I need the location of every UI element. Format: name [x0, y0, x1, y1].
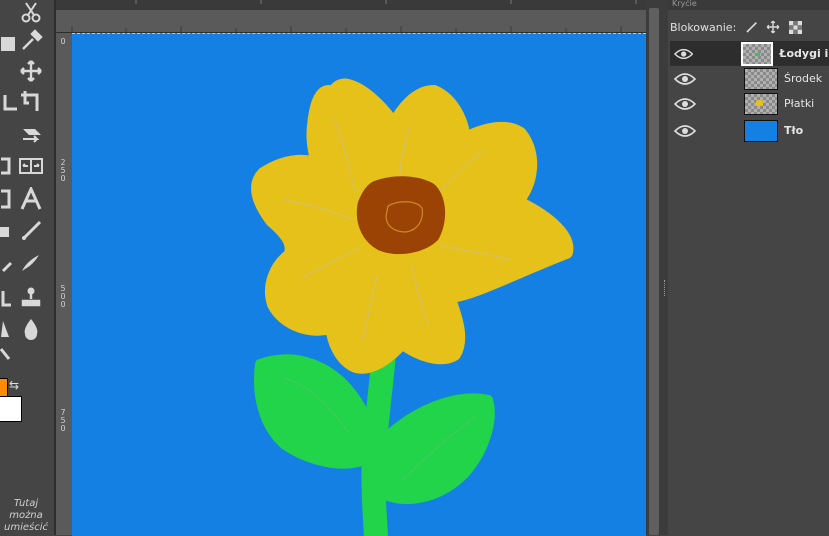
- image-tab-strip: [56, 0, 646, 10]
- hint-line: umieścić: [4, 522, 48, 533]
- color-picker-icon[interactable]: [18, 28, 44, 54]
- move-icon[interactable]: [18, 58, 44, 84]
- lock-pixels-icon[interactable]: [744, 20, 758, 34]
- ruler-label: 0: [58, 38, 68, 46]
- smudge-icon[interactable]: [18, 316, 44, 342]
- partial-dodge-icon[interactable]: [0, 344, 16, 370]
- layer-name[interactable]: Płatki: [784, 97, 814, 110]
- layer-row-stems[interactable]: Łodygi i l: [670, 41, 829, 66]
- crop-icon[interactable]: [18, 88, 44, 114]
- vertical-ruler[interactable]: 0 2 5 0 5 0 0 7 5 0: [56, 33, 73, 535]
- ruler-label: 2 5 0: [58, 159, 68, 183]
- layer-name[interactable]: Środek: [784, 72, 822, 85]
- layer-row-background[interactable]: Tło: [670, 118, 829, 143]
- partial-blur-icon[interactable]: [0, 316, 16, 342]
- clone-icon[interactable]: [18, 284, 44, 310]
- visibility-eye-icon[interactable]: [674, 47, 694, 61]
- partial-pattern-icon[interactable]: [0, 218, 18, 244]
- image-canvas[interactable]: [72, 33, 646, 536]
- lock-alpha-icon[interactable]: [788, 20, 802, 34]
- flip-icon[interactable]: [18, 154, 44, 180]
- layer-thumbnail: [744, 92, 778, 115]
- dock-grip[interactable]: [664, 280, 667, 296]
- layer-row-center[interactable]: Środek: [670, 66, 829, 91]
- left-leaf: [254, 354, 379, 469]
- scissors-icon[interactable]: [18, 0, 44, 26]
- transform-icon[interactable]: [18, 120, 44, 146]
- partial-heal-icon[interactable]: [0, 284, 18, 310]
- partial-eraser-icon[interactable]: [0, 250, 18, 276]
- layer-row-petals[interactable]: Płatki: [670, 91, 829, 116]
- dock-tab-label: Kryćie: [668, 0, 829, 10]
- layer-thumbnail: [744, 119, 778, 142]
- layer-name[interactable]: Tło: [784, 124, 803, 137]
- toolbox-hint: Tutaj można umieścić: [0, 498, 52, 534]
- ruler-label: 5 0 0: [58, 285, 68, 309]
- layer-thumbnail: [741, 41, 774, 66]
- hint-line: Tutaj: [13, 498, 39, 509]
- right-leaf: [383, 393, 495, 504]
- flower-center: [356, 176, 446, 255]
- layer-name[interactable]: Łodygi i l: [779, 47, 829, 60]
- partial-unified-transform-icon[interactable]: [0, 152, 18, 178]
- hint-line: można: [9, 510, 43, 521]
- ink-icon[interactable]: [18, 250, 44, 276]
- lock-bar: Blokowanie:: [668, 16, 829, 38]
- sunflower-drawing: [251, 78, 574, 536]
- layers-dock: Kryćie Blokowanie: Łodygi i l Środek Pła…: [668, 0, 829, 535]
- ruler-digit: 0: [60, 300, 66, 309]
- ruler-digit: 0: [60, 37, 66, 46]
- ruler-label: 7 5 0: [58, 409, 68, 433]
- background-color-swatch[interactable]: [0, 396, 22, 422]
- visibility-eye-icon[interactable]: [674, 72, 696, 86]
- lock-label: Blokowanie:: [670, 20, 737, 34]
- lock-position-icon[interactable]: [766, 20, 780, 34]
- vertical-scrollbar[interactable]: [646, 0, 662, 535]
- layer-thumbnail: [744, 67, 778, 90]
- horizontal-ruler[interactable]: [56, 10, 646, 33]
- visibility-eye-icon[interactable]: [674, 97, 696, 111]
- partial-cage-icon[interactable]: [0, 186, 18, 212]
- paintbrush-icon[interactable]: [18, 218, 44, 244]
- swap-colors-icon[interactable]: ⇆: [9, 378, 19, 392]
- ruler-digit: 0: [60, 174, 66, 183]
- scrollbar-thumb[interactable]: [649, 8, 659, 535]
- partial-tool-icon[interactable]: [0, 30, 20, 56]
- text-icon[interactable]: [18, 186, 44, 212]
- toolbox: ⇆ Tutaj można umieścić: [0, 0, 56, 535]
- visibility-eye-icon[interactable]: [674, 124, 696, 138]
- ruler-digit: 0: [60, 424, 66, 433]
